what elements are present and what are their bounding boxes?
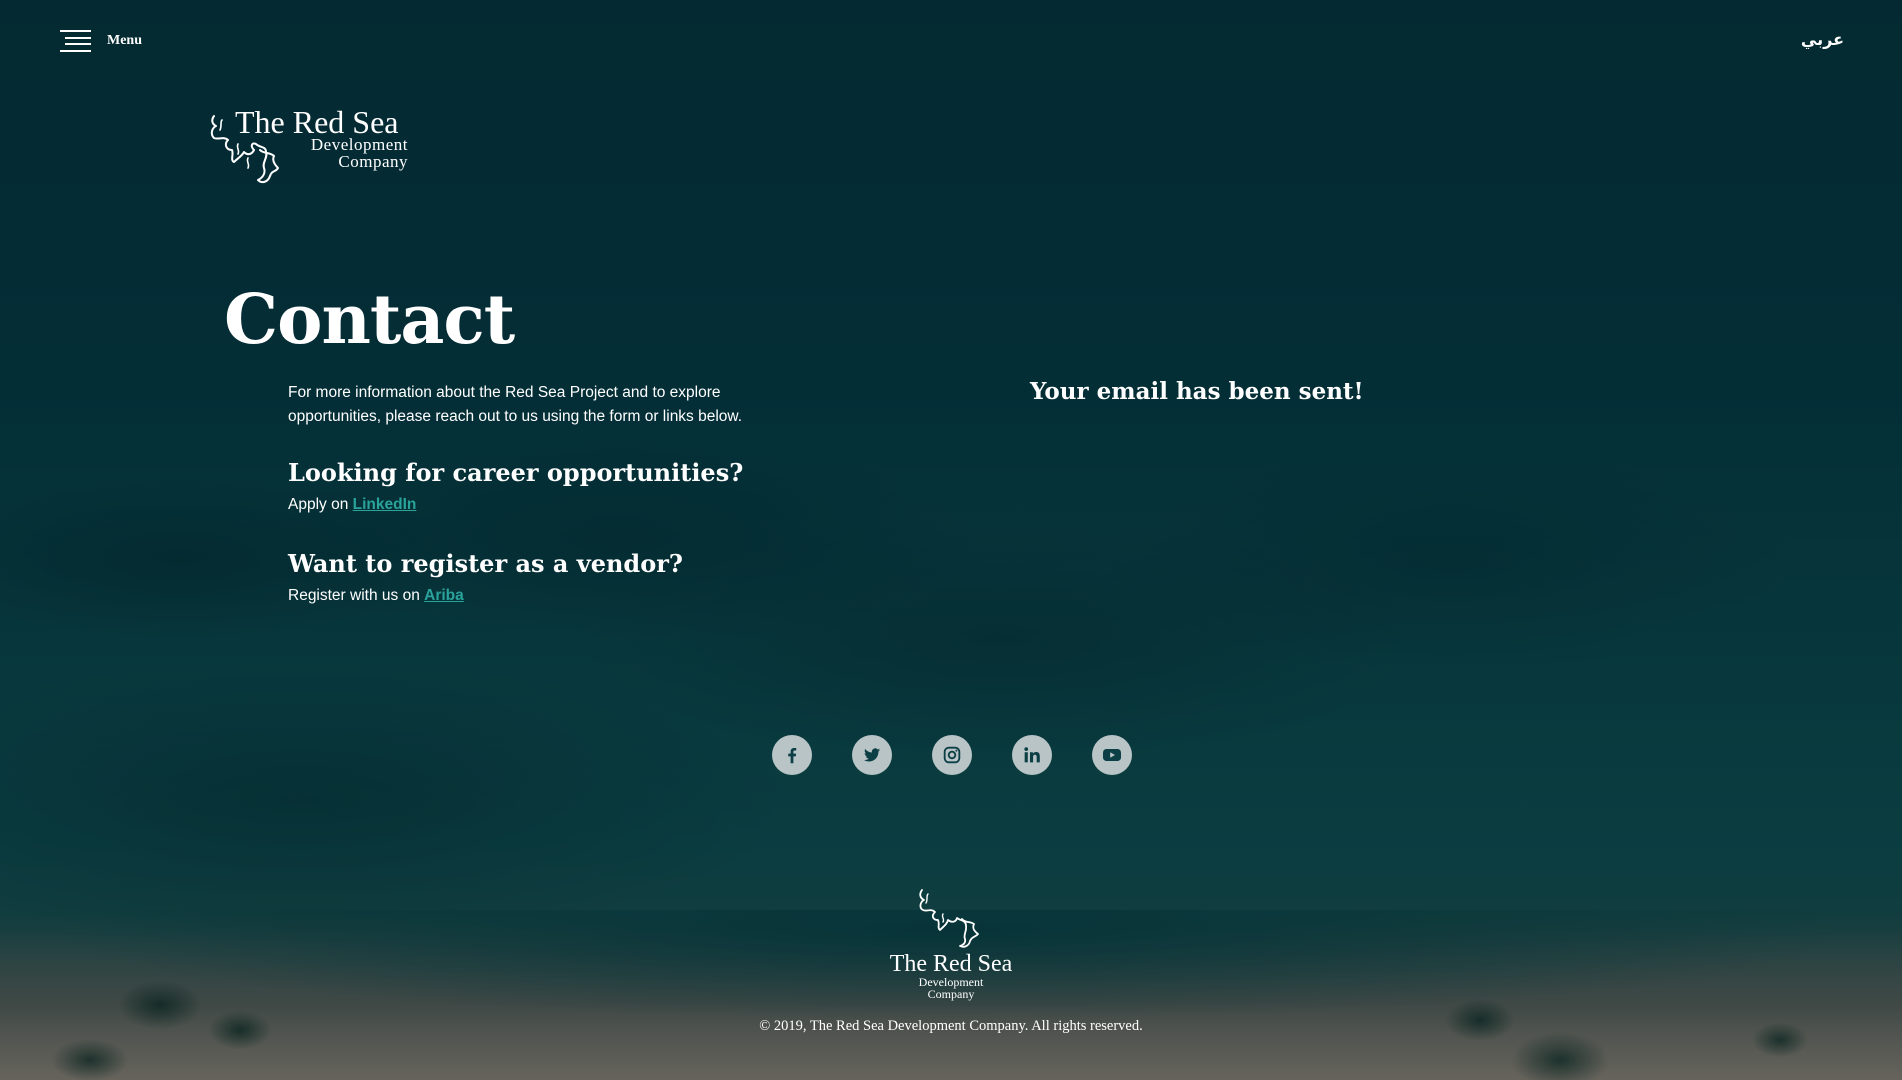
career-line: Apply on LinkedIn	[288, 496, 416, 514]
coral-logo-icon	[919, 889, 979, 948]
facebook-icon[interactable]	[772, 735, 812, 775]
social-links	[772, 735, 1132, 775]
twitter-icon[interactable]	[852, 735, 892, 775]
copyright-text: © 2019, The Red Sea Development Company.…	[759, 1018, 1143, 1034]
vendor-text: Register with us on	[288, 587, 420, 604]
menu-button[interactable]: Menu	[60, 30, 142, 52]
vendor-heading: Want to register as a vendor?	[288, 549, 683, 578]
menu-label: Menu	[107, 33, 142, 48]
company-logo[interactable]: The Red Sea Development Company	[208, 104, 408, 194]
page-title: Contact	[224, 280, 515, 360]
hamburger-icon	[60, 30, 91, 52]
logo-subtitle-line2: Company	[338, 152, 408, 171]
career-heading: Looking for career opportunities?	[288, 458, 744, 487]
footer-logo-title: The Red Sea	[889, 951, 1013, 977]
footer-logo-subtitle-line2: Company	[927, 987, 975, 1001]
language-switch[interactable]: عربي	[1801, 30, 1844, 49]
vendor-line: Register with us on Ariba	[288, 587, 464, 605]
contact-intro-text: For more information about the Red Sea P…	[288, 384, 743, 425]
linkedin-link[interactable]: LinkedIn	[353, 496, 417, 513]
instagram-icon[interactable]	[932, 735, 972, 775]
career-text: Apply on	[288, 496, 349, 513]
email-sent-message: Your email has been sent!	[1030, 378, 1364, 405]
ariba-link[interactable]: Ariba	[424, 587, 464, 604]
youtube-icon[interactable]	[1092, 735, 1132, 775]
linkedin-icon[interactable]	[1012, 735, 1052, 775]
footer-logo[interactable]: The Red Sea Development Company	[886, 886, 1016, 1001]
